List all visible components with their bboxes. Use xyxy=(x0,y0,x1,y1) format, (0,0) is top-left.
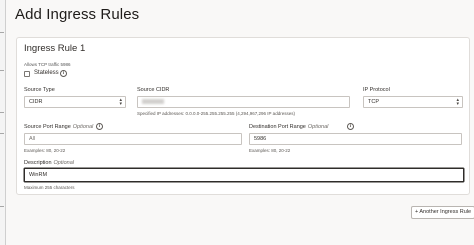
redacted-value xyxy=(142,99,164,104)
info-icon[interactable]: i xyxy=(60,70,67,77)
sidebar-mark xyxy=(0,70,4,71)
stateless-checkbox[interactable] xyxy=(24,71,30,77)
rule-heading: Ingress Rule 1 xyxy=(24,43,86,54)
optional-text: Optional xyxy=(72,124,94,130)
ip-protocol-value: TCP xyxy=(368,99,379,105)
sidebar-mark xyxy=(0,112,4,113)
optional-text: Optional xyxy=(307,124,329,130)
ingress-rule-card: Ingress Rule 1 Allows TCP traffic 5986 S… xyxy=(16,37,470,195)
description-value: WinRM xyxy=(29,172,48,178)
description-label: Description Optional xyxy=(24,160,74,166)
dest-port-label: Destination Port Range Optional xyxy=(249,124,328,130)
dest-port-label-text: Destination Port Range xyxy=(249,124,306,130)
ip-protocol-label: IP Protocol xyxy=(363,87,390,93)
sidebar-mark xyxy=(0,32,4,33)
source-port-input[interactable]: All xyxy=(24,133,242,145)
source-cidr-hint: Specified IP addresses: 0.0.0.0-255.255.… xyxy=(137,111,295,116)
dest-port-input[interactable]: 5986 xyxy=(249,133,462,145)
dest-port-value: 5986 xyxy=(254,136,267,142)
stateless-label: Stateless xyxy=(34,70,59,76)
dest-port-hint: Examples: 80, 20-22 xyxy=(249,148,291,153)
source-cidr-input[interactable] xyxy=(137,96,350,108)
panel-title: Add Ingress Rules xyxy=(15,6,140,23)
description-label-text: Description xyxy=(24,160,52,166)
source-cidr-label: Source CIDR xyxy=(137,87,170,93)
description-hint: Maximum 255 characters xyxy=(24,185,75,190)
source-port-hint: Examples: 80, 20-22 xyxy=(24,148,66,153)
info-icon[interactable]: i xyxy=(347,123,354,130)
chevron-updown-icon: ▴ ▾ xyxy=(119,97,122,107)
add-ingress-rules-panel: Add Ingress Rules Ingress Rule 1 Allows … xyxy=(6,0,474,245)
source-type-select[interactable]: CIDR ▴ ▾ xyxy=(24,96,126,108)
optional-text: Optional xyxy=(53,160,75,166)
sidebar-mark xyxy=(0,133,4,134)
description-input[interactable]: WinRM xyxy=(24,168,464,182)
source-type-label: Source Type xyxy=(24,87,55,93)
rule-summary: Allows TCP traffic 5986 xyxy=(24,62,71,67)
source-port-placeholder: All xyxy=(29,136,36,142)
chevron-updown-icon: ▴ ▾ xyxy=(456,97,459,107)
ip-protocol-select[interactable]: TCP ▴ ▾ xyxy=(363,96,463,108)
add-another-ingress-rule-button[interactable]: + Another Ingress Rule xyxy=(411,206,474,219)
source-port-label-text: Source Port Range xyxy=(24,124,71,130)
source-port-label: Source Port Range Optional xyxy=(24,124,93,130)
source-type-value: CIDR xyxy=(29,99,43,105)
sidebar-mark xyxy=(0,206,4,207)
info-icon[interactable]: i xyxy=(96,123,103,130)
